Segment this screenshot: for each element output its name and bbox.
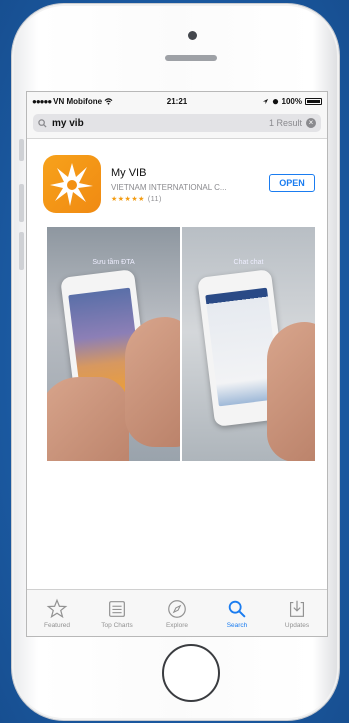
tab-label: Featured xyxy=(43,621,71,629)
tab-explore[interactable]: Explore xyxy=(147,590,207,636)
front-camera xyxy=(188,31,197,40)
compass-icon xyxy=(168,599,186,618)
search-result-item[interactable]: My VIB VIETNAM INTERNATIONAL C... ★★★★★(… xyxy=(27,139,327,219)
volume-down-button xyxy=(19,232,24,270)
rating-stars: ★★★★★ (11) xyxy=(111,195,162,203)
tab-bar: Featured Top Charts Explore Search Updat… xyxy=(27,589,327,636)
alarm-icon xyxy=(272,98,278,104)
carrier-name: VN Mobifone xyxy=(53,96,103,106)
list-icon xyxy=(109,600,125,617)
tab-updates[interactable]: Updates xyxy=(267,590,327,636)
battery-icon xyxy=(305,97,322,105)
tab-label: Top Charts xyxy=(101,621,133,629)
battery-percent: 100% xyxy=(281,96,302,106)
star-rating: ★★★★★ xyxy=(111,196,145,203)
result-count: 1 Result xyxy=(268,118,302,128)
search-input[interactable]: my vib 1 Result × xyxy=(33,114,321,132)
clear-search-icon[interactable]: × xyxy=(306,118,316,128)
search-icon xyxy=(228,600,246,617)
app-screenshot-1[interactable]: Sưu tầm ĐTA xyxy=(47,227,180,461)
tab-featured[interactable]: Featured xyxy=(27,590,87,636)
app-name: My VIB xyxy=(111,167,147,179)
screenshot-caption: Chat chat xyxy=(233,259,264,266)
hand-image xyxy=(47,377,129,461)
wifi-icon xyxy=(104,97,113,105)
location-arrow-icon xyxy=(262,98,268,104)
app-developer: VIETNAM INTERNATIONAL C... xyxy=(111,183,227,192)
screenshot-caption: Sưu tầm ĐTA xyxy=(92,259,135,266)
mute-switch xyxy=(19,139,24,161)
home-button[interactable] xyxy=(162,644,220,702)
star-icon xyxy=(46,598,68,618)
search-bar: my vib 1 Result × xyxy=(27,110,327,139)
search-query-text: my vib xyxy=(52,117,84,129)
magnifier-icon xyxy=(38,118,47,128)
status-bar: ●●●●● VN Mobifone 21:21 100% xyxy=(27,92,327,110)
hand-image xyxy=(125,317,180,447)
earpiece-speaker xyxy=(165,55,217,61)
tab-label: Updates xyxy=(284,621,310,629)
open-button[interactable]: OPEN xyxy=(269,174,315,192)
tab-search[interactable]: Search xyxy=(207,590,267,636)
app-icon[interactable] xyxy=(43,155,101,213)
tab-label: Explore xyxy=(165,621,189,629)
tab-label: Search xyxy=(226,621,248,629)
hand-image xyxy=(267,322,315,461)
download-icon xyxy=(289,600,305,617)
vib-logo-icon xyxy=(50,163,93,206)
tab-top-charts[interactable]: Top Charts xyxy=(87,590,147,636)
volume-up-button xyxy=(19,184,24,222)
app-screenshot-2[interactable]: Chat chat xyxy=(182,227,315,461)
signal-dots-icon: ●●●●● xyxy=(32,96,52,106)
rating-count: (11) xyxy=(147,196,162,203)
app-store-screen: ●●●●● VN Mobifone 21:21 100% my vib 1 Re… xyxy=(26,91,328,637)
